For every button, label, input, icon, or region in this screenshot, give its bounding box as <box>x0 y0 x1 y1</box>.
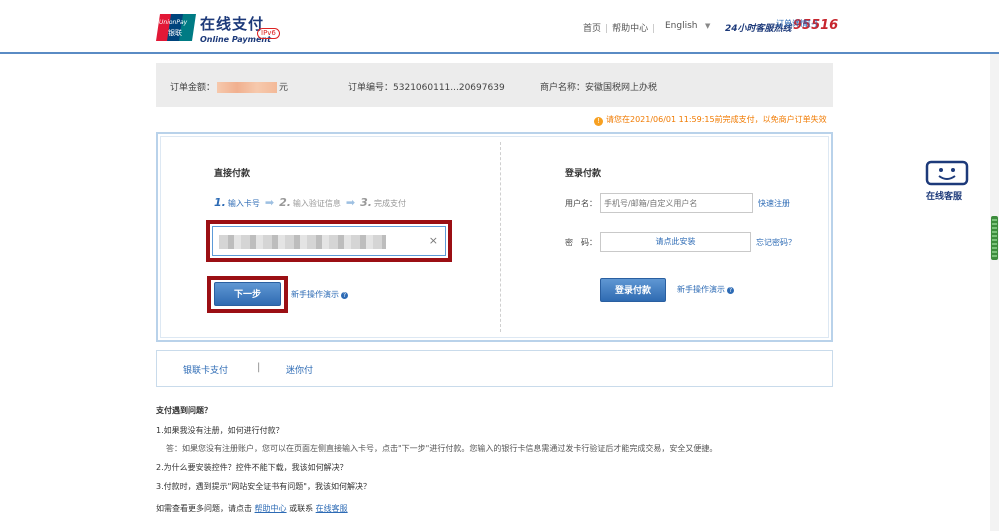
username-input[interactable] <box>600 193 753 213</box>
header: UnionPay 银联 在线支付 Online Payment IPv6 首页 |… <box>0 0 999 54</box>
merchant-value: 安徽国税网上办税 <box>585 83 658 93</box>
password-install-field[interactable]: 请点此安装 <box>600 232 751 252</box>
nav-separator: | <box>605 24 609 34</box>
order-amount: 订单金额： 元 <box>170 80 288 93</box>
nav-help-link[interactable]: 帮助中心 <box>612 21 648 34</box>
online-service-link[interactable]: 在线客服 <box>316 504 348 513</box>
order-amount-label: 订单金额： <box>170 83 216 93</box>
scrollbar-thumb[interactable] <box>991 216 998 260</box>
faq-title: 支付遇到问题？ <box>156 406 212 415</box>
order-amount-redacted <box>217 82 278 93</box>
warning-icon: ! <box>594 117 603 126</box>
clear-icon[interactable]: × <box>429 234 438 247</box>
svg-text:UnionPay: UnionPay <box>159 19 188 26</box>
login-pay-title: 登录付款 <box>565 169 602 179</box>
language-select[interactable]: English <box>665 21 698 31</box>
faq-answer-1: 答：如果您没有注册账户，您可以在页面左侧直接输入卡号，点击"下一步"进行付款。您… <box>166 444 718 453</box>
step-1: 1. 输入卡号 <box>214 196 260 209</box>
tab-mini-pay[interactable]: 迷你付 <box>286 363 313 376</box>
svg-text:银联: 银联 <box>168 28 182 37</box>
merchant-label: 商户名称： <box>540 83 586 93</box>
order-summary-bar: 订单金额： 元 订单编号：5321060111...20697639 商户名称：安… <box>156 63 833 107</box>
arrow-right-icon: ➡ <box>264 196 275 209</box>
tab-unionpay-card[interactable]: 银联卡支付 <box>183 363 228 376</box>
step-indicator: 1. 输入卡号 ➡ 2. 输入验证信息 ➡ 3. 完成支付 <box>214 196 406 209</box>
order-number-value: 5321060111...20697639 <box>393 83 505 93</box>
order-amount-unit: 元 <box>279 83 289 93</box>
faq-or-contact: 或联系 <box>289 504 314 513</box>
faq-question-1: 1.如果我没有注册，如何进行付款？ <box>156 426 284 435</box>
deadline-notice: ! 请您在2021/06/01 11:59:15前完成支付，以免商户订单失效 <box>594 114 827 126</box>
merchant-name: 商户名称：安徽国税网上办税 <box>540 80 657 93</box>
help-icon: ? <box>727 287 734 294</box>
direct-pay-title: 直接付款 <box>214 169 251 179</box>
direct-demo-link[interactable]: 新手操作演示? <box>291 289 348 300</box>
unionpay-logo: UnionPay 银联 <box>156 14 196 41</box>
panel-divider <box>500 142 501 332</box>
order-details-link[interactable]: 订单详情[-] <box>776 18 817 29</box>
nav-separator: | <box>652 24 656 34</box>
help-center-link[interactable]: 帮助中心 <box>255 504 287 513</box>
step-2: 2. 输入验证信息 <box>279 196 341 209</box>
next-step-button[interactable]: 下一步 <box>214 282 281 306</box>
scrollbar-track[interactable] <box>990 54 999 531</box>
faq-question-3: 3.付款时，遇到提示"网站安全证书有问题"，我该如何解决？ <box>156 482 371 491</box>
card-number-input[interactable]: × <box>212 226 446 256</box>
login-pay-button[interactable]: 登录付款 <box>600 278 666 302</box>
forgot-password-link[interactable]: 忘记密码？ <box>756 237 796 248</box>
password-label: 密 码： <box>565 238 597 247</box>
card-number-redacted <box>219 235 386 249</box>
quick-register-link[interactable]: 快速注册 <box>758 198 790 209</box>
payment-method-tabs: 银联卡支付 | 迷你付 <box>156 350 833 387</box>
step-3: 3. 完成支付 <box>360 196 406 209</box>
nav-home-link[interactable]: 首页 <box>583 21 601 34</box>
faq-question-2: 2.为什么要安装控件？控件不能下载，我该如何解决？ <box>156 463 348 472</box>
online-service-label[interactable]: 在线客服 <box>926 189 962 202</box>
top-nav: 首页 | 帮助中心 | <box>583 21 659 34</box>
faq-more-prefix: 如需查看更多问题，请点击 <box>156 504 252 513</box>
login-demo-link[interactable]: 新手操作演示? <box>677 284 734 295</box>
order-number: 订单编号：5321060111...20697639 <box>348 80 505 93</box>
deadline-text: 请您在2021/06/01 11:59:15前完成支付，以免商户订单失效 <box>606 115 827 124</box>
arrow-right-icon: ➡ <box>345 196 356 209</box>
order-number-label: 订单编号： <box>348 83 394 93</box>
faq-more: 如需查看更多问题，请点击 帮助中心 或联系 在线客服 <box>156 503 348 514</box>
chevron-down-icon[interactable]: ▼ <box>705 22 710 30</box>
payment-panel: 直接付款 1. 输入卡号 ➡ 2. 输入验证信息 ➡ 3. 完成支付 × 下一步 新手操作演示… <box>156 132 833 342</box>
username-label: 用户名： <box>565 199 597 208</box>
ipv6-badge: IPv6 <box>257 28 280 39</box>
tab-separator: | <box>257 362 261 373</box>
customer-service-icon[interactable] <box>925 160 969 186</box>
help-icon: ? <box>341 292 348 299</box>
